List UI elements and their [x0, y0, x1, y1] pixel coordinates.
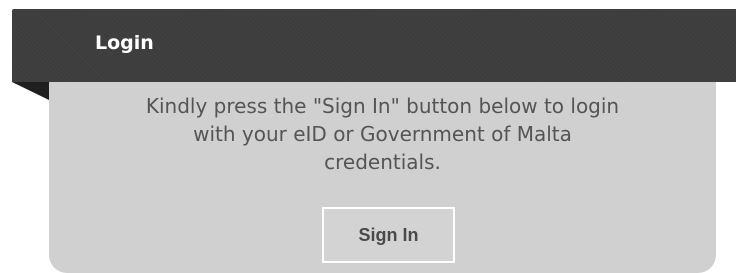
login-instructions-line-3: credentials.: [324, 150, 441, 174]
login-panel: Kindly press the "Sign In" button below …: [49, 82, 716, 273]
sign-in-button[interactable]: Sign In: [322, 207, 455, 263]
login-title: Login: [95, 32, 154, 54]
login-widget: Login Kindly press the "Sign In" button …: [0, 0, 736, 273]
login-instructions-line-2: with your eID or Government of Malta: [193, 122, 572, 146]
login-instructions-line-1: Kindly press the "Sign In" button below …: [145, 94, 620, 118]
login-instructions: Kindly press the "Sign In" button below …: [49, 92, 716, 176]
header-fold-decoration: [12, 82, 49, 100]
